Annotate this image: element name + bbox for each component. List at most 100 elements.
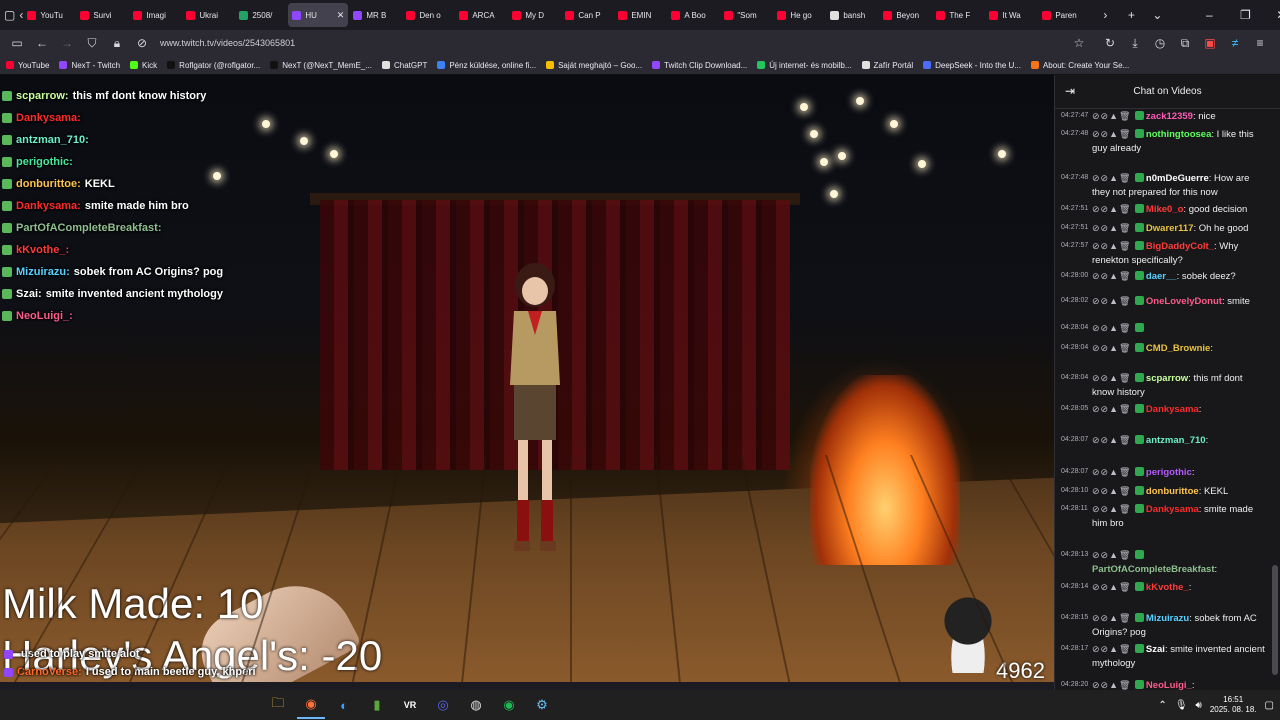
- close-tab-icon[interactable]: ✕: [337, 10, 345, 21]
- bookmark-11[interactable]: DeepSeek - Into the U...: [923, 61, 1021, 70]
- mod-actions-icon[interactable]: ⊘⊘▲🗑︎: [1092, 111, 1135, 121]
- steam-icon[interactable]: ⚙︎: [528, 691, 556, 719]
- tab-19[interactable]: Paren: [1038, 3, 1090, 27]
- chat-message[interactable]: 04:28:07 ⊘⊘▲🗑︎ antzman_710:: [1061, 433, 1267, 448]
- address-bar[interactable]: www.twitch.tv/videos/2543065801: [160, 38, 295, 48]
- mod-actions-icon[interactable]: ⊘⊘▲🗑︎: [1092, 467, 1135, 477]
- new-tab-icon[interactable]: +: [1120, 4, 1142, 26]
- mod-actions-icon[interactable]: ⊘⊘▲🗑︎: [1092, 271, 1135, 281]
- bookmark-star-icon[interactable]: ☆: [1068, 32, 1090, 54]
- tab-list-chevron-icon[interactable]: ⌄: [1146, 4, 1168, 26]
- shield-icon[interactable]: ⛉: [81, 32, 103, 54]
- chat-message[interactable]: 04:27:51 ⊘⊘▲🗑︎ Dwarer117: Oh he good: [1061, 221, 1267, 236]
- tab-15[interactable]: bansh: [826, 3, 878, 27]
- mod-actions-icon[interactable]: ⊘⊘▲🗑︎: [1092, 241, 1135, 251]
- collapse-chat-icon[interactable]: ⇥: [1065, 84, 1075, 98]
- tab-12[interactable]: A Boo: [667, 3, 719, 27]
- mod-actions-icon[interactable]: ⊘⊘▲🗑︎: [1092, 373, 1135, 383]
- tab-9[interactable]: My D: [508, 3, 560, 27]
- chat-message[interactable]: 04:28:04 ⊘⊘▲🗑︎ CMD_Brownie:: [1061, 341, 1267, 356]
- chat-message[interactable]: 04:28:17 ⊘⊘▲🗑︎ Szai: smite invented ancie…: [1061, 642, 1267, 671]
- vrchat-icon[interactable]: VR: [396, 691, 424, 719]
- obs-icon[interactable]: ◍: [462, 691, 490, 719]
- chat-message[interactable]: 04:28:04 ⊘⊘▲🗑︎ scparrow: this mf dont kno…: [1061, 371, 1267, 400]
- tab-2[interactable]: Imagi: [129, 3, 181, 27]
- spotify-icon[interactable]: ◉: [495, 691, 523, 719]
- extension-badge-icon[interactable]: ▣: [1199, 32, 1221, 54]
- minecraft-icon[interactable]: ▮: [363, 691, 391, 719]
- menu-icon[interactable]: ≡: [1249, 32, 1271, 54]
- tab-16[interactable]: Beyon: [879, 3, 931, 27]
- chat-message[interactable]: 04:28:05 ⊘⊘▲🗑︎ Dankysama:: [1061, 402, 1267, 417]
- chat-message[interactable]: 04:27:47 ⊘⊘▲🗑︎ zack12359: nice: [1061, 109, 1267, 124]
- bookmark-1[interactable]: NexT - Twitch: [59, 61, 120, 70]
- tab-7[interactable]: Den o: [402, 3, 454, 27]
- tab-14[interactable]: He go: [773, 3, 825, 27]
- chat-message[interactable]: 04:28:13 ⊘⊘▲🗑︎ PartOfACompleteBreakfast:: [1061, 548, 1267, 577]
- chat-username[interactable]: OneLovelyDonut: [1146, 296, 1222, 307]
- downloads-icon[interactable]: ⤓: [1124, 32, 1146, 54]
- chat-username[interactable]: Mike0_o: [1146, 204, 1184, 215]
- mod-actions-icon[interactable]: ⊘⊘▲🗑︎: [1092, 582, 1135, 592]
- mod-actions-icon[interactable]: ⊘⊘▲🗑︎: [1092, 223, 1135, 233]
- chat-username[interactable]: BigDaddyColt_: [1146, 241, 1214, 252]
- back-icon[interactable]: ←: [31, 32, 53, 54]
- chat-username[interactable]: donburittoe: [1146, 486, 1199, 497]
- permissions-icon[interactable]: ⊘: [131, 32, 153, 54]
- microphone-icon[interactable]: 🎙︎: [1175, 700, 1188, 711]
- chat-message[interactable]: 04:27:48 ⊘⊘▲🗑︎ nothingtoosea: I like this…: [1061, 127, 1267, 156]
- history-icon[interactable]: ◷: [1149, 32, 1171, 54]
- chat-username[interactable]: Szai: [1146, 644, 1165, 655]
- mod-actions-icon[interactable]: ⊘⊘▲🗑︎: [1092, 204, 1135, 214]
- bookmark-3[interactable]: Roflgator (@roflgator...: [167, 61, 260, 70]
- video-player[interactable]: scparrow: this mf dont know history Dankys…: [0, 75, 1054, 682]
- mod-actions-icon[interactable]: ⊘⊘▲🗑︎: [1092, 644, 1135, 654]
- extension-logo-icon[interactable]: ≠: [1224, 32, 1246, 54]
- mod-actions-icon[interactable]: ⊘⊘▲🗑︎: [1092, 504, 1135, 514]
- tab-1[interactable]: Survi: [76, 3, 128, 27]
- chat-username[interactable]: PartOfACompleteBreakfast: [1092, 564, 1214, 575]
- tab-6[interactable]: MR B: [349, 3, 401, 27]
- lock-icon[interactable]: 🔒︎: [106, 32, 128, 54]
- mod-actions-icon[interactable]: ⊘⊘▲🗑︎: [1092, 435, 1135, 445]
- close-window-icon[interactable]: ✕: [1270, 4, 1280, 26]
- chat-username[interactable]: Dankysama: [1146, 504, 1199, 515]
- bookmark-9[interactable]: Új internet- és mobilb...: [757, 61, 852, 70]
- forward-icon[interactable]: →: [56, 32, 78, 54]
- tray-overflow-icon[interactable]: ⌃: [1158, 700, 1166, 711]
- tab-10[interactable]: Can P: [561, 3, 613, 27]
- chat-message[interactable]: 04:27:51 ⊘⊘▲🗑︎ Mike0_o: good decision: [1061, 202, 1267, 217]
- mod-actions-icon[interactable]: ⊘⊘▲🗑︎: [1092, 323, 1135, 333]
- chat-message[interactable]: 04:28:02 ⊘⊘▲🗑︎ OneLovelyDonut: smite: [1061, 294, 1267, 309]
- tab-4[interactable]: 2508/: [235, 3, 287, 27]
- mod-actions-icon[interactable]: ⊘⊘▲🗑︎: [1092, 680, 1135, 690]
- chat-username[interactable]: nothingtoosea: [1146, 129, 1211, 140]
- firefox-icon[interactable]: ◉: [297, 691, 325, 719]
- chat-username[interactable]: scparrow: [1146, 373, 1188, 384]
- chat-username[interactable]: zack12359: [1146, 111, 1193, 122]
- chat-message[interactable]: 04:28:15 ⊘⊘▲🗑︎ Mizuirazu: sobek from AC O…: [1061, 611, 1267, 640]
- chat-message[interactable]: 04:28:00 ⊘⊘▲🗑︎ daer__: sobek deez?: [1061, 269, 1267, 284]
- chat-message[interactable]: 04:28:11 ⊘⊘▲🗑︎ Dankysama: smite made him …: [1061, 502, 1267, 531]
- chat-username[interactable]: kKvothe_: [1146, 582, 1189, 593]
- tab-5[interactable]: HU ✕: [288, 3, 349, 27]
- tab-11[interactable]: EMIN: [614, 3, 666, 27]
- restore-icon[interactable]: ❐: [1234, 4, 1256, 26]
- tab-18[interactable]: It Wa: [985, 3, 1037, 27]
- bookmark-10[interactable]: Zafír Portál: [861, 61, 913, 70]
- tab-8[interactable]: ARCA: [455, 3, 507, 27]
- chat-message[interactable]: 04:28:14 ⊘⊘▲🗑︎ kKvothe_:: [1061, 580, 1267, 595]
- tab-17[interactable]: The F: [932, 3, 984, 27]
- mod-actions-icon[interactable]: ⊘⊘▲🗑︎: [1092, 343, 1135, 353]
- file-explorer-icon[interactable]: 🗀︎: [264, 691, 292, 719]
- chat-username[interactable]: perigothic: [1146, 467, 1192, 478]
- mod-actions-icon[interactable]: ⊘⊘▲🗑︎: [1092, 550, 1135, 560]
- mod-actions-icon[interactable]: ⊘⊘▲🗑︎: [1092, 613, 1135, 623]
- scroll-tabs-right-icon[interactable]: ›: [1094, 4, 1116, 26]
- extensions-icon[interactable]: ⧉: [1174, 32, 1196, 54]
- mod-actions-icon[interactable]: ⊘⊘▲🗑︎: [1092, 129, 1135, 139]
- tab-list-icon[interactable]: ▢: [4, 4, 15, 26]
- mod-actions-icon[interactable]: ⊘⊘▲🗑︎: [1092, 296, 1135, 306]
- reload-icon[interactable]: ↻: [1099, 32, 1121, 54]
- notifications-icon[interactable]: ▢: [1265, 700, 1274, 711]
